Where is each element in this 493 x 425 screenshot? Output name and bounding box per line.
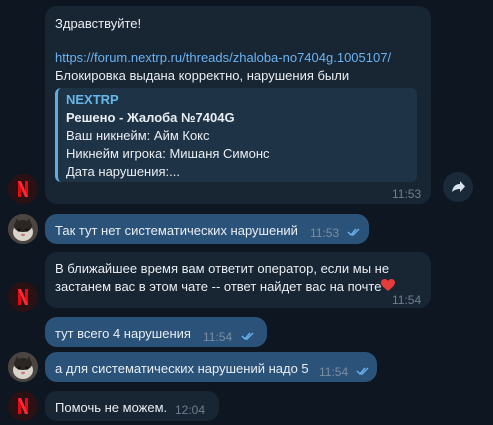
cat-avatar-icon (8, 214, 38, 244)
bot-avatar[interactable] (8, 174, 38, 204)
share-button[interactable] (443, 172, 473, 202)
message-text: тут всего 4 нарушения (55, 326, 191, 341)
message-greeting: Здравствуйте! (55, 16, 142, 31)
bot-avatar[interactable] (8, 282, 38, 312)
share-arrow-icon (452, 181, 465, 192)
message-line: Блокировка выдана корректно, нарушения б… (55, 68, 350, 83)
preview-date: Дата нарушения:... (66, 164, 180, 179)
preview-nick: Ваш никнейм: Айм Кокс (66, 128, 210, 143)
message-text: Так тут нет систематических нарушений (55, 223, 298, 238)
message-text: Помочь не можем. (55, 400, 168, 415)
message-time: 11:53 (392, 187, 422, 201)
user-avatar[interactable] (8, 214, 38, 244)
preview-subject: Решено - Жалоба №7404G (66, 110, 235, 125)
message-text: а для систематических нарушений надо 5 (55, 361, 309, 376)
preview-player: Никнейм игрока: Мишаня Симонс (66, 146, 270, 161)
message-time: 11:54 (203, 330, 233, 344)
netflix-style-n-icon (8, 282, 38, 312)
double-check-icon (356, 367, 369, 376)
netflix-style-n-icon (8, 391, 38, 421)
link-preview-quote[interactable]: NEXTRP Решено - Жалоба №7404G Ваш никней… (55, 88, 417, 182)
message-line-1: В ближайшее время вам ответит оператор, … (55, 261, 390, 276)
user-avatar[interactable] (8, 352, 38, 382)
cat-avatar-icon (8, 352, 38, 382)
double-check-icon (347, 228, 360, 237)
message-time: 11:53 (310, 226, 340, 240)
preview-site-name: NEXTRP (66, 92, 119, 107)
forum-link[interactable]: https://forum.nextrp.ru/threads/zhaloba-… (55, 48, 391, 67)
message-time: 11:54 (392, 293, 422, 307)
double-check-icon (241, 332, 254, 341)
message-line-2: застанем вас в этом чате -- ответ найдет… (55, 279, 382, 294)
heart-icon (381, 279, 395, 291)
bot-avatar[interactable] (8, 391, 38, 421)
message-time: 12:04 (175, 403, 206, 417)
netflix-style-n-icon (8, 174, 38, 204)
message-time: 11:54 (319, 365, 349, 379)
